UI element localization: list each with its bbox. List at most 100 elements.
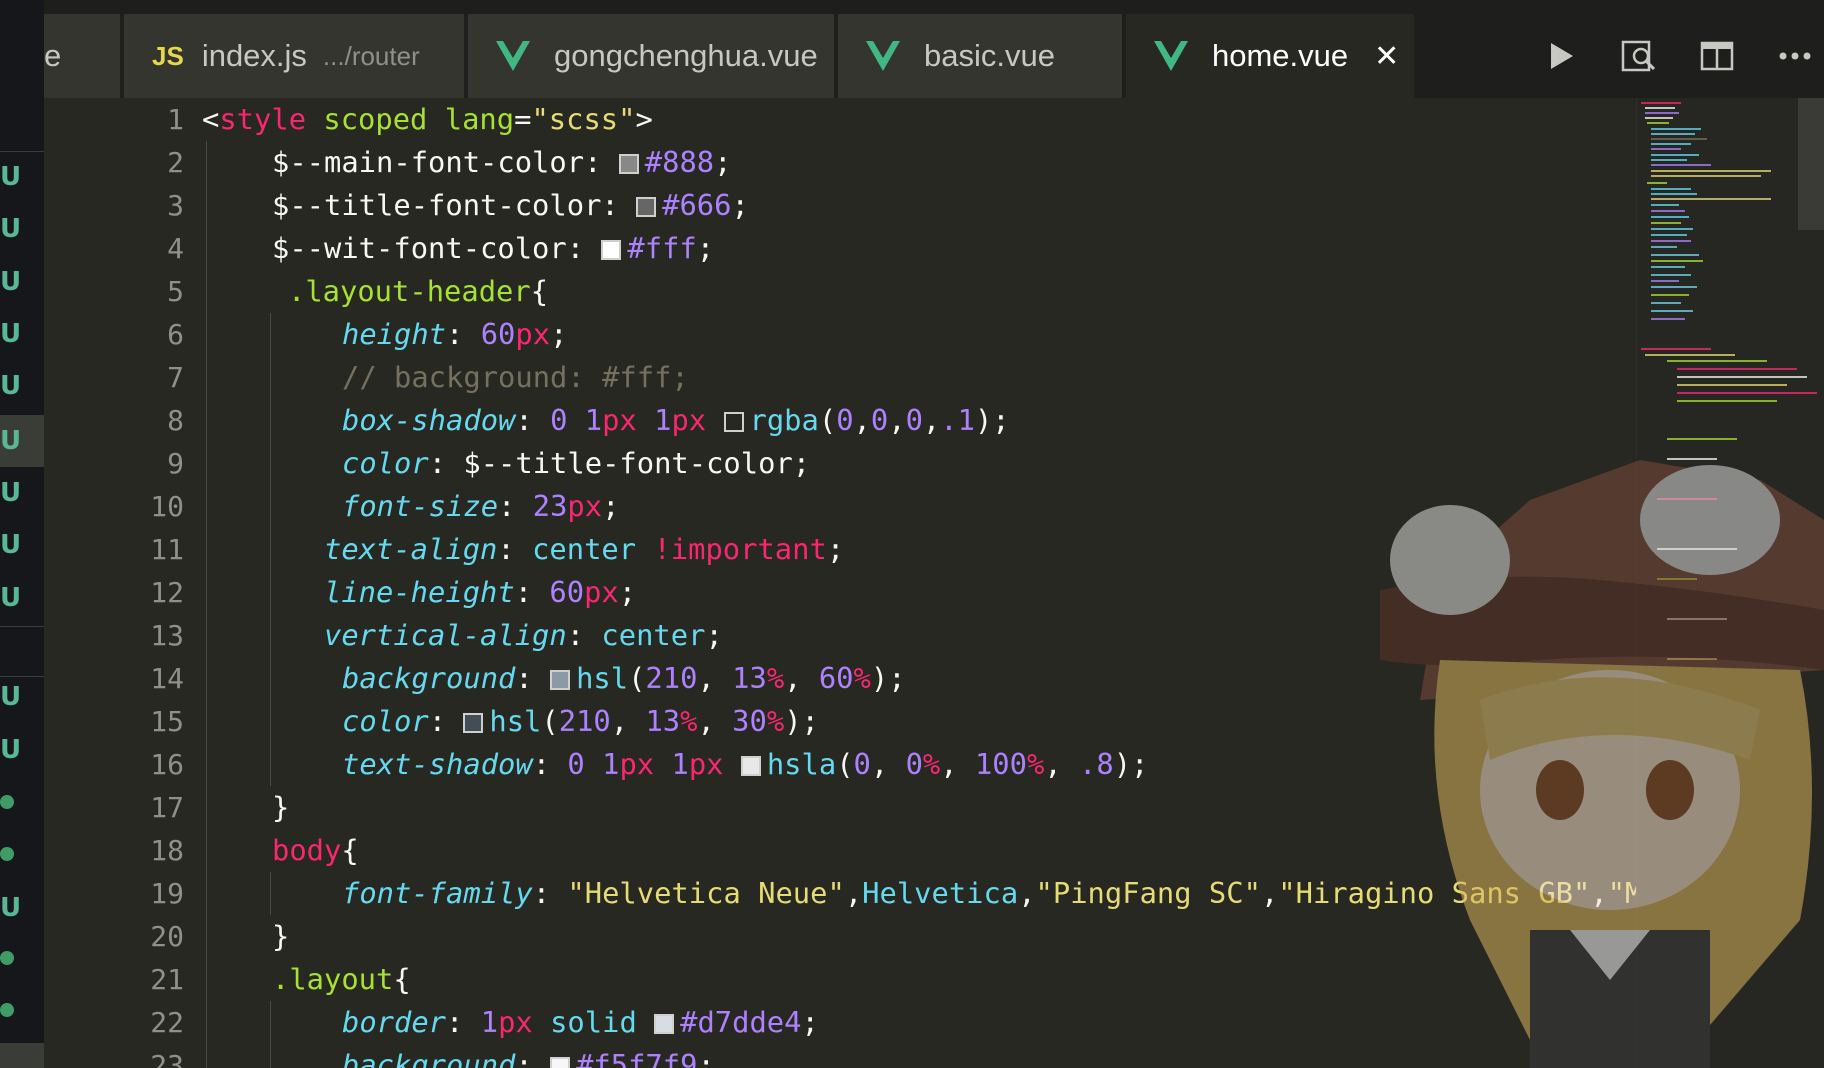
line-number: 11 (150, 533, 184, 566)
code-line: font-family: "Helvetica Neue",Helvetica,… (342, 876, 1636, 910)
code-line: background: hsl(210, 13%, 60%); (342, 661, 906, 695)
minimap-slider[interactable] (1798, 98, 1824, 230)
editor-tab-bar: e JS index.js .../router gongchenghua.vu… (44, 14, 1824, 98)
tab-index-js[interactable]: JS index.js .../router (124, 14, 466, 98)
color-swatch[interactable] (550, 1057, 571, 1068)
line-number: 21 (150, 963, 184, 996)
indent-guide (270, 872, 271, 915)
line-number-gutter: 1 2 3 4 5 6 7 8 9 10 11 12 13 14 15 16 1… (44, 98, 184, 1068)
scm-untracked-mark-selected (0, 1043, 44, 1068)
indent-guide (270, 313, 271, 786)
line-number: 22 (150, 1006, 184, 1039)
run-icon[interactable] (1522, 14, 1600, 98)
color-swatch[interactable] (463, 713, 484, 733)
scm-decorations: U U U U U U U U U U U U (0, 98, 44, 1068)
editor-actions (1522, 14, 1824, 98)
tab-basic-vue[interactable]: basic.vue (838, 14, 1124, 98)
minimap[interactable] (1636, 98, 1824, 1068)
scm-untracked-mark: U (0, 529, 22, 560)
code-line: vertical-align: center; (324, 618, 723, 652)
color-swatch[interactable] (654, 1014, 675, 1034)
tab-partial[interactable]: e (44, 14, 122, 98)
code-line: } (272, 790, 290, 824)
code-line: .layout{ (272, 962, 411, 996)
line-number: 14 (150, 662, 184, 695)
code-line: } (272, 919, 290, 953)
line-number: 17 (150, 791, 184, 824)
minimap-preview (1641, 102, 1817, 660)
scm-modified-dot (0, 847, 14, 861)
code-editor[interactable]: <style scoped lang="scss"> $--main-font-… (202, 98, 1636, 1068)
line-number: 5 (167, 275, 184, 308)
tab-home-vue[interactable]: home.vue ✕ (1126, 14, 1416, 98)
code-line: body{ (272, 833, 359, 867)
line-number: 3 (167, 189, 184, 222)
scm-untracked-mark: U (0, 370, 22, 401)
code-line: box-shadow: 0 1px 1px rgba(0,0,0,.1); (342, 403, 1010, 437)
code-line: // background: #fff; (342, 360, 689, 394)
code-line: font-size: 23px; (342, 489, 620, 523)
code-line: color: hsl(210, 13%, 30%); (342, 704, 819, 738)
tab-gongchenghua-vue[interactable]: gongchenghua.vue (468, 14, 836, 98)
title-strip (0, 0, 1824, 14)
color-swatch[interactable] (601, 240, 622, 260)
indent-guide (270, 1001, 271, 1068)
scm-modified-dot (0, 795, 14, 809)
color-swatch[interactable] (636, 197, 657, 217)
scm-untracked-mark: U (0, 213, 22, 244)
scm-modified-dot (0, 951, 14, 965)
js-file-icon: JS (152, 40, 184, 71)
line-number: 9 (167, 447, 184, 480)
line-number: 15 (150, 705, 184, 738)
line-number: 13 (150, 619, 184, 652)
indent-guide (206, 141, 207, 1068)
code-line: $--wit-font-color: #fff; (272, 231, 715, 265)
code-line: text-shadow: 0 1px 1px hsla(0, 0%, 100%,… (342, 747, 1149, 781)
scm-untracked-mark: U (0, 582, 22, 613)
scm-untracked-mark: U (0, 161, 22, 192)
scm-untracked-mark: U (0, 318, 22, 349)
code-line: $--main-font-color: #888; (272, 145, 732, 179)
line-number: 6 (167, 318, 184, 351)
code-line: color: $--title-font-color; (342, 446, 811, 480)
line-number: 7 (167, 361, 184, 394)
vue-file-icon (496, 41, 530, 71)
vue-file-icon (866, 41, 900, 71)
scm-untracked-mark: U (0, 681, 22, 712)
color-swatch[interactable] (723, 412, 744, 432)
line-number: 2 (167, 146, 184, 179)
divider (0, 151, 44, 152)
tab-label: e (44, 38, 62, 73)
scm-untracked-mark: U (0, 734, 22, 765)
scm-untracked-mark: U (0, 477, 22, 508)
code-line: $--title-font-color: #666; (272, 188, 749, 222)
color-swatch[interactable] (740, 756, 761, 776)
line-number: 18 (150, 834, 184, 867)
scm-untracked-mark: U (0, 892, 22, 923)
code-line: .layout-header{ (288, 274, 549, 308)
line-number: 12 (150, 576, 184, 609)
tab-label: gongchenghua.vue (554, 38, 818, 73)
tab-label: basic.vue (924, 38, 1055, 73)
more-icon[interactable] (1756, 14, 1824, 98)
color-swatch[interactable] (550, 670, 571, 690)
scm-untracked-mark-selected: U (0, 415, 44, 467)
code-line: border: 1px solid #d7dde4; (342, 1005, 819, 1039)
code-line: height: 60px; (342, 317, 568, 351)
code-line: <style scoped lang="scss"> (202, 102, 653, 136)
line-number: 23 (150, 1049, 184, 1068)
divider (0, 626, 44, 627)
close-tab-icon[interactable]: ✕ (1374, 39, 1399, 74)
tab-label: index.js (201, 38, 307, 73)
line-number: 10 (150, 490, 184, 523)
line-number: 8 (167, 404, 184, 437)
line-number: 20 (150, 920, 184, 953)
split-editor-icon[interactable] (1678, 14, 1756, 98)
search-file-icon[interactable] (1600, 14, 1678, 98)
line-number: 4 (167, 232, 184, 265)
color-swatch[interactable] (618, 154, 639, 174)
code-line: background: #f5f7f9; (342, 1044, 715, 1068)
vue-file-icon (1154, 41, 1188, 71)
line-number: 19 (150, 877, 184, 910)
line-number: 16 (150, 748, 184, 781)
